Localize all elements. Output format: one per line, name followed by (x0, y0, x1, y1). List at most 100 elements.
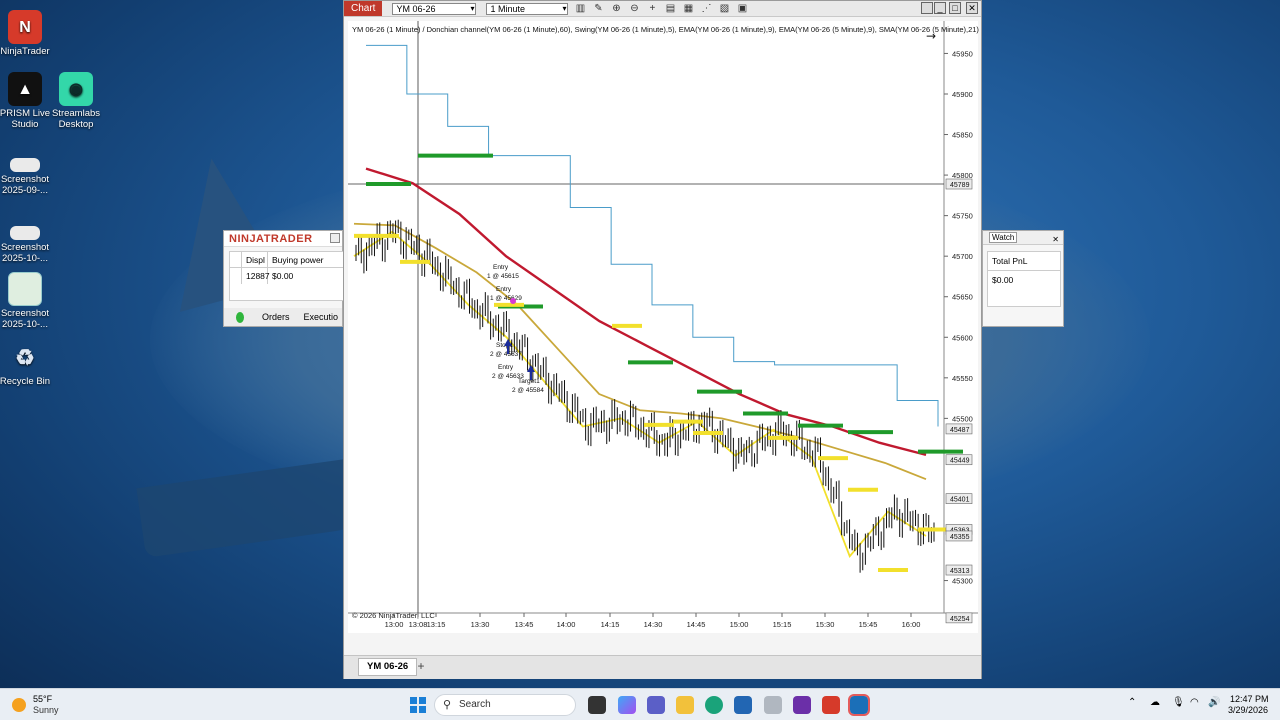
interval-select[interactable]: 1 Minute ▾ (486, 2, 569, 15)
network-icon[interactable]: ☁ (1150, 697, 1160, 708)
chart-title-tab[interactable]: Chart (344, 1, 383, 16)
crosshair-icon[interactable]: + (646, 3, 658, 15)
y-tick-label: 45900 (952, 90, 973, 99)
windows-start-icon[interactable] (410, 697, 426, 713)
microphone-icon[interactable]: 🎙 (1172, 697, 1185, 708)
close-button[interactable]: ✕ (966, 2, 978, 14)
volume-icon[interactable]: 🔊 (1208, 697, 1220, 708)
watch-tab[interactable]: Watch (989, 232, 1018, 243)
desktop-icon-recycle-bin[interactable]: ♻ Recycle Bin (0, 340, 55, 387)
indicators-icon[interactable]: ⋰ (700, 3, 712, 15)
series-line-0 (366, 44, 939, 427)
strategies-icon[interactable]: ▧ (718, 3, 730, 15)
y-tick-label: 45500 (952, 414, 973, 423)
col-total-pnl[interactable]: Total PnL (988, 252, 1060, 271)
y-tick-label: 45850 (952, 131, 973, 140)
x-tick-label: 16:00 (902, 620, 921, 629)
desktop-icon-screenshot-1[interactable]: Screenshot 2025-09-... (0, 158, 55, 196)
x-tick-label: 13:30 (471, 620, 490, 629)
task-view-icon[interactable] (588, 696, 606, 714)
x-tick-label: 13:08 (409, 620, 428, 629)
ninjatrader-app-icon: N (8, 10, 42, 44)
store-icon[interactable] (734, 696, 752, 714)
y-tick-label: 45700 (952, 252, 973, 261)
chart-window: Chart YM 06-26 ▾ 1 Minute ▾ ▥ ✎ ⊕ ⊖ + ▤ ▦ … (343, 0, 982, 679)
maximize-button[interactable]: □ (949, 2, 961, 14)
col-buying-power[interactable]: Buying power (268, 252, 324, 267)
draw-tool-icon[interactable]: ✎ (592, 3, 604, 15)
properties-icon[interactable]: ▤ (664, 3, 676, 15)
trade-annotation-label: Entry (493, 264, 509, 271)
trade-annotation-detail: 2 @ 45584 (512, 387, 544, 394)
chart-tab-bar: YM 06-26 + (344, 655, 981, 679)
x-tick-label: 15:00 (730, 620, 749, 629)
watch-panel: Watch ✕ Total PnL $0.00 (982, 230, 1064, 327)
chevron-down-icon: ▾ (562, 3, 567, 13)
x-tick-label: 13:00 (385, 620, 404, 629)
weather-temp[interactable]: 55°F (33, 694, 52, 704)
taskbar: 55°F Sunny ⚲ Search ⌃ ☁ 🎙 ◠ 🔊 12:47 PM 3… (0, 688, 1280, 720)
x-tick-label: 14:30 (644, 620, 663, 629)
wifi-icon[interactable]: ◠ (1190, 697, 1199, 708)
chart-toolbar: Chart YM 06-26 ▾ 1 Minute ▾ ▥ ✎ ⊕ ⊖ + ▤ ▦ … (344, 1, 981, 17)
price-chart-svg[interactable]: 4595045900458504580045750457004565045600… (348, 21, 978, 633)
chevron-up-icon[interactable]: ⌃ (1128, 697, 1136, 708)
edge-icon[interactable] (705, 696, 723, 714)
zoom-out-icon[interactable]: ⊖ (628, 3, 640, 15)
chart-app-taskbar-icon[interactable] (848, 694, 870, 716)
x-tick-label: 15:45 (859, 620, 878, 629)
ninjatrader-taskbar-icon[interactable] (822, 696, 840, 714)
x-tick-label: 14:00 (557, 620, 576, 629)
copilot-icon[interactable] (618, 696, 636, 714)
desktop-icon-ninjatrader[interactable]: N NinjaTrader (0, 10, 55, 57)
ninjatrader-control-center: NINJATRADER Displ Buying power 12887 $0.… (223, 230, 344, 327)
col-display[interactable]: Displ (242, 252, 268, 267)
trade-annotation-label: Entry (498, 364, 514, 371)
series-line-2 (353, 222, 927, 481)
streamlabs-app-icon: ◉ (59, 72, 93, 106)
chart-trader-icon[interactable]: ▣ (736, 3, 748, 15)
price-marker-label: 45355 (950, 534, 970, 541)
taskbar-search[interactable]: ⚲ Search (434, 694, 576, 716)
close-icon[interactable]: ✕ (1052, 233, 1059, 247)
minimize-button[interactable]: _ (934, 2, 946, 14)
nt-bottom-tabs: Orders Executio (224, 308, 342, 326)
chart-plot-area[interactable]: 45950 45900 45850 45800 45750 45700 45650 45600… (348, 21, 979, 633)
desktop-icon-screenshot-2[interactable]: Screenshot 2025-10-... (0, 226, 55, 264)
templates-icon[interactable]: ▦ (682, 3, 694, 15)
file-explorer-icon[interactable] (676, 696, 694, 714)
desktop-icon-screenshot-3[interactable]: Screenshot 2025-10-... (0, 272, 55, 330)
weather-sun-icon[interactable] (12, 698, 26, 712)
teams-icon[interactable] (647, 696, 665, 714)
zoom-in-icon[interactable]: ⊕ (610, 3, 622, 15)
clock-date[interactable]: 3/29/2026 (1228, 705, 1268, 715)
instrument-select[interactable]: YM 06-26 ▾ (392, 2, 477, 15)
stream-app-icon[interactable] (793, 696, 811, 714)
snipping-tool-icon[interactable] (764, 696, 782, 714)
series-line-3 (353, 230, 927, 558)
x-tick-label: 15:30 (816, 620, 835, 629)
accounts-grid: Displ Buying power 12887 $0.00 (229, 251, 344, 301)
tab-executions[interactable]: Executio (299, 312, 342, 322)
y-tick-label: 45950 (952, 49, 973, 58)
price-marker-label: 45789 (950, 182, 970, 189)
restore-icon[interactable] (330, 233, 340, 243)
desktop-icon-streamlabs[interactable]: ◉ Streamlabs Desktop (46, 72, 106, 130)
trade-annotation-detail: 1 @ 45615 (487, 273, 519, 280)
trade-annotation-detail: 1 @ 45629 (490, 295, 522, 302)
x-tick-label: 14:45 (687, 620, 706, 629)
price-marker-label: 45401 (950, 497, 970, 504)
tab-orders[interactable]: Orders (252, 312, 300, 322)
y-tick-label: 45550 (952, 374, 973, 383)
add-tab-button[interactable]: + (414, 659, 428, 673)
image-file-icon (10, 226, 40, 240)
bar-style-icon[interactable]: ▥ (574, 3, 586, 15)
chevron-down-icon: ▾ (470, 3, 475, 13)
trade-annotation-detail: 2 @ 45637 (490, 351, 522, 358)
trade-marker-icon (510, 298, 516, 304)
x-tick-label: 15:15 (773, 620, 792, 629)
chart-tab-ym[interactable]: YM 06-26 (358, 658, 418, 676)
prism-app-icon: ▲ (8, 72, 42, 106)
restore-icon[interactable] (921, 2, 933, 14)
clock-time[interactable]: 12:47 PM (1230, 694, 1269, 704)
